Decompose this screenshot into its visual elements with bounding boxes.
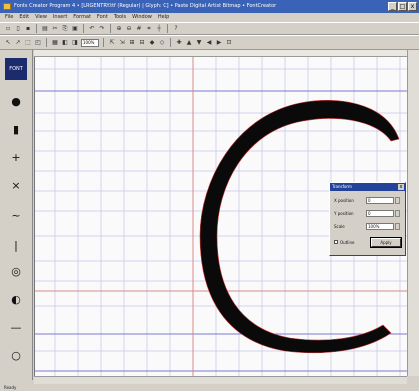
guides-icon[interactable]: ┼ (155, 25, 163, 33)
status-bar: Ready (0, 384, 419, 391)
control-point-icon[interactable]: ◇ (158, 39, 166, 47)
crosshair-icon[interactable]: ✚ (175, 39, 183, 47)
toolbar-separator (36, 24, 37, 33)
rectangle-tool-icon[interactable]: ▮ (6, 120, 26, 140)
menu-file[interactable]: File (5, 13, 13, 22)
dialog-row-y: Y position 0 (334, 210, 404, 218)
transform-icon[interactable]: ◰ (34, 39, 42, 47)
close-button[interactable]: x (408, 2, 417, 11)
menu-window[interactable]: Window (132, 13, 152, 22)
menu-edit[interactable]: Edit (19, 13, 29, 22)
menu-bar: File Edit View Insert Format Font Tools … (0, 13, 419, 22)
move-bottom-icon[interactable]: ⇲ (118, 39, 126, 47)
dialog-close-button[interactable]: x (398, 184, 404, 190)
snap-icon[interactable]: ⌗ (145, 25, 153, 33)
vertical-scrollbar[interactable] (407, 50, 419, 376)
outline-checkbox[interactable] (334, 240, 338, 244)
y-position-input[interactable]: 0 (366, 210, 394, 217)
zoom-in-icon[interactable]: ⊕ (115, 25, 123, 33)
menu-format[interactable]: Format (73, 13, 91, 22)
frame-icon[interactable]: ⊡ (225, 39, 233, 47)
scale-spinner[interactable] (395, 223, 400, 230)
minimize-button[interactable]: _ (388, 2, 397, 11)
zoom-out-icon[interactable]: ⊖ (125, 25, 133, 33)
hline-icon[interactable]: — (6, 318, 26, 338)
transform-dialog: Transform x X position 0 Y position 0 Sc… (329, 182, 406, 256)
zoom-combo[interactable]: 100% (81, 38, 99, 47)
app-logo: FONT (5, 58, 27, 80)
nudge-down-icon[interactable]: ▼ (195, 39, 203, 47)
top-ruler (34, 50, 407, 57)
menu-font[interactable]: Font (97, 13, 108, 22)
dialog-row-scale: Scale 100% (334, 223, 404, 231)
add-contour-icon[interactable]: ⊞ (128, 39, 136, 47)
x-position-spinner[interactable] (395, 197, 400, 204)
contour-icon[interactable]: ◎ (6, 262, 26, 282)
dialog-row-actions: Outline Apply (334, 237, 404, 248)
status-text: Ready (4, 385, 17, 390)
edit-toolbar: ↖ ↗ ⬚ ◰ ▦ ◧ ◨ 100% ⇱ ⇲ ⊞ ⊟ ◆ ◇ ✚ ▲ ▼ ◀ ▶… (0, 35, 419, 50)
paste-icon[interactable]: ▣ (71, 25, 79, 33)
outline-checkbox-label: Outline (340, 240, 355, 245)
save-file-icon[interactable]: ▪ (24, 25, 32, 33)
scale-label: Scale (334, 224, 345, 229)
help-icon[interactable]: ? (172, 25, 180, 33)
scale-input[interactable]: 100% (366, 223, 394, 230)
marquee-icon[interactable]: ⬚ (24, 39, 32, 47)
align-right-icon[interactable]: ◨ (71, 39, 79, 47)
menu-help[interactable]: Help (158, 13, 169, 22)
dialog-title-bar: Transform x (330, 183, 405, 191)
x-position-input[interactable]: 0 (366, 197, 394, 204)
node-icon[interactable]: ◆ (148, 39, 156, 47)
add-point-icon[interactable]: + (6, 148, 26, 168)
toolbar-separator (46, 38, 47, 47)
menu-insert[interactable]: Insert (53, 13, 67, 22)
nudge-left-icon[interactable]: ◀ (205, 39, 213, 47)
dialog-title: Transform (332, 184, 352, 189)
line-tool-icon[interactable]: ~ (6, 206, 26, 226)
move-point-icon[interactable]: × (6, 176, 26, 196)
outline-circle-icon[interactable]: ○ (6, 346, 26, 366)
tool-palette: FONT ● ▮ + × ~ | ◎ ◐ — ○ (0, 50, 33, 380)
align-left-icon[interactable]: ◧ (61, 39, 69, 47)
circle-tool-icon[interactable]: ● (6, 92, 26, 112)
toolbar-separator (110, 24, 111, 33)
toolbar-separator (83, 24, 84, 33)
apply-button[interactable]: Apply (370, 237, 402, 248)
select-arrow-icon[interactable]: ↖ (4, 39, 12, 47)
toolbar-separator (170, 38, 171, 47)
vertical-line-icon[interactable]: | (6, 236, 26, 256)
maximize-button[interactable]: □ (398, 2, 407, 11)
move-top-icon[interactable]: ⇱ (108, 39, 116, 47)
grid-icon[interactable]: # (135, 25, 143, 33)
title-bar: Fonts Creator Program 4 • [LRGENTRY.ttf … (0, 0, 419, 13)
print-icon[interactable]: ▤ (41, 25, 49, 33)
main-toolbar: ▫ ▯ ▪ ▤ ✂ ⎘ ▣ ↶ ↷ ⊕ ⊖ # ⌗ ┼ ? (0, 22, 419, 35)
x-position-label: X position (334, 198, 354, 203)
menu-tools[interactable]: Tools (114, 13, 126, 22)
ring-icon[interactable]: ◐ (6, 290, 26, 310)
pattern-icon[interactable]: ▦ (51, 39, 59, 47)
cut-icon[interactable]: ✂ (51, 25, 59, 33)
redo-icon[interactable]: ↷ (98, 25, 106, 33)
select-points-icon[interactable]: ↗ (14, 39, 22, 47)
toolbar-separator (167, 24, 168, 33)
menu-view[interactable]: View (35, 13, 47, 22)
toolbar-separator (103, 38, 104, 47)
horizontal-scrollbar[interactable] (34, 376, 407, 384)
open-file-icon[interactable]: ▯ (14, 25, 22, 33)
app-icon (3, 3, 11, 10)
window-controls: _ □ x (388, 2, 417, 11)
undo-icon[interactable]: ↶ (88, 25, 96, 33)
nudge-up-icon[interactable]: ▲ (185, 39, 193, 47)
y-position-label: Y position (334, 211, 354, 216)
copy-icon[interactable]: ⎘ (61, 25, 69, 33)
remove-contour-icon[interactable]: ⊟ (138, 39, 146, 47)
window-title: Fonts Creator Program 4 • [LRGENTRY.ttf … (14, 3, 277, 9)
nudge-right-icon[interactable]: ▶ (215, 39, 223, 47)
dialog-row-x: X position 0 (334, 197, 404, 205)
y-position-spinner[interactable] (395, 210, 400, 217)
new-file-icon[interactable]: ▫ (4, 25, 12, 33)
